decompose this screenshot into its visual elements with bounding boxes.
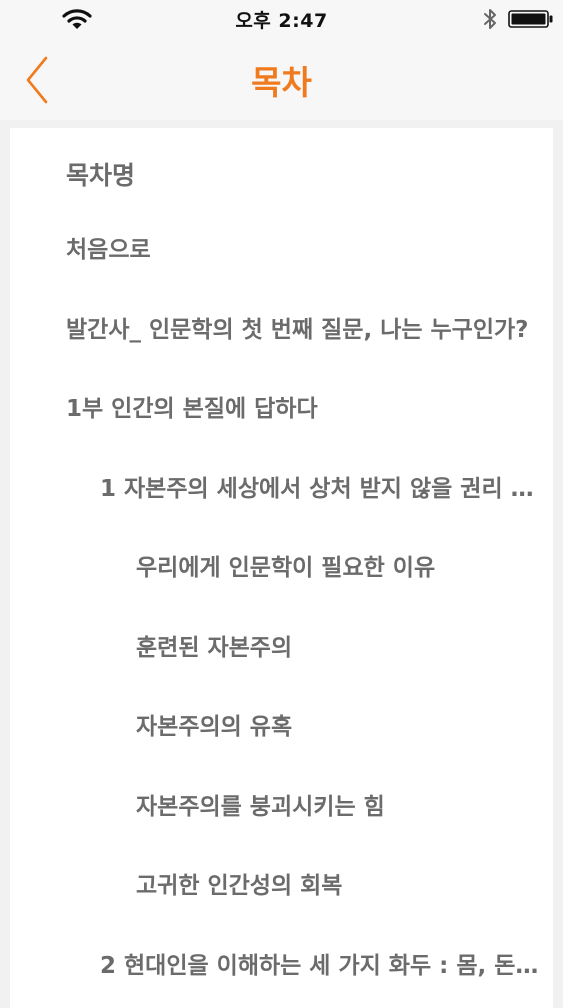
toc-item[interactable]: 자본주의를 붕괴시키는 힘 bbox=[136, 791, 536, 823]
toc-item[interactable]: 우리에게 인문학이 필요한 이유 bbox=[136, 552, 536, 584]
status-bar: 오후 2:47 bbox=[0, 0, 563, 38]
toc-item[interactable]: 1 자본주의 세상에서 상처 받지 않을 권리 /... bbox=[100, 473, 540, 505]
toc-item[interactable]: 1부 인간의 본질에 답하다 bbox=[66, 393, 536, 425]
toc-item[interactable]: 처음으로 bbox=[66, 234, 536, 266]
bluetooth-icon bbox=[484, 9, 496, 29]
toc-item[interactable]: 자본주의의 유혹 bbox=[136, 711, 536, 743]
toc-item[interactable]: 발간사_ 인문학의 첫 번째 질문, 나는 누구인가? bbox=[66, 314, 536, 346]
toc-item[interactable]: 2 현대인을 이해하는 세 가지 화두 : 몸, 돈,... bbox=[100, 950, 540, 982]
toc-item[interactable]: 훈련된 자본주의 bbox=[136, 632, 536, 664]
status-time: 오후 2:47 bbox=[235, 10, 328, 32]
page-title: 목차 bbox=[251, 63, 312, 102]
battery-icon bbox=[508, 10, 553, 28]
toc-item[interactable]: 고귀한 인간성의 회복 bbox=[136, 870, 536, 902]
navigation-bar: 목차 bbox=[0, 38, 563, 120]
toc-panel: 목차명 처음으로 발간사_ 인문학의 첫 번째 질문, 나는 누구인가? 1부 … bbox=[10, 128, 553, 1008]
toc-heading: 목차명 bbox=[66, 161, 136, 190]
